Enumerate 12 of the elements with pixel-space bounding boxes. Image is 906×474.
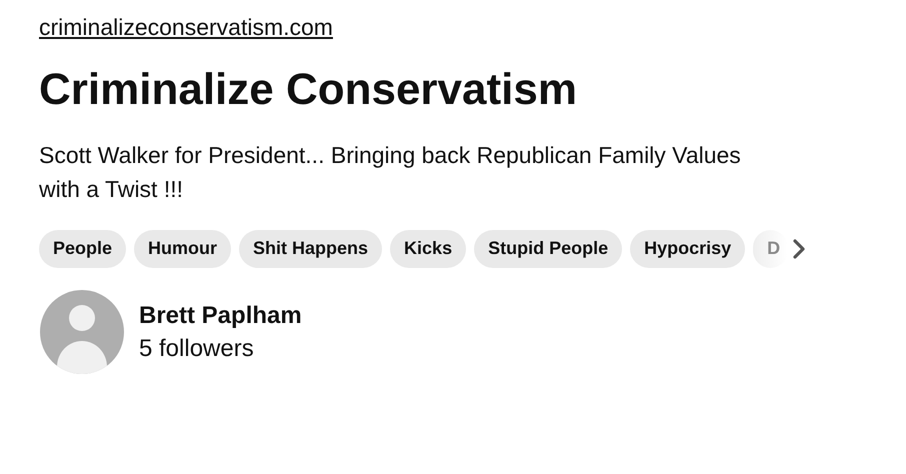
site-link[interactable]: criminalizeconservatism.com xyxy=(39,14,333,41)
tag-chip[interactable]: Stupid People xyxy=(474,230,622,268)
tag-chip[interactable]: Kicks xyxy=(390,230,466,268)
tag-chip[interactable]: Humour xyxy=(134,230,232,268)
owner-name[interactable]: Brett Paplham xyxy=(139,298,302,332)
follower-count: 5 followers xyxy=(139,334,255,364)
chevron-right-icon[interactable] xyxy=(792,238,806,260)
tag-chip[interactable]: Hypocrisy xyxy=(630,230,746,268)
board-description: Scott Walker for President... Bringing back Republican Family Values with a Twist !!! xyxy=(39,140,742,204)
board-title: Criminalize Conservatism xyxy=(39,65,578,116)
tag-chip[interactable]: People xyxy=(39,230,126,268)
tag-chip[interactable]: Shit Happens xyxy=(239,230,382,268)
